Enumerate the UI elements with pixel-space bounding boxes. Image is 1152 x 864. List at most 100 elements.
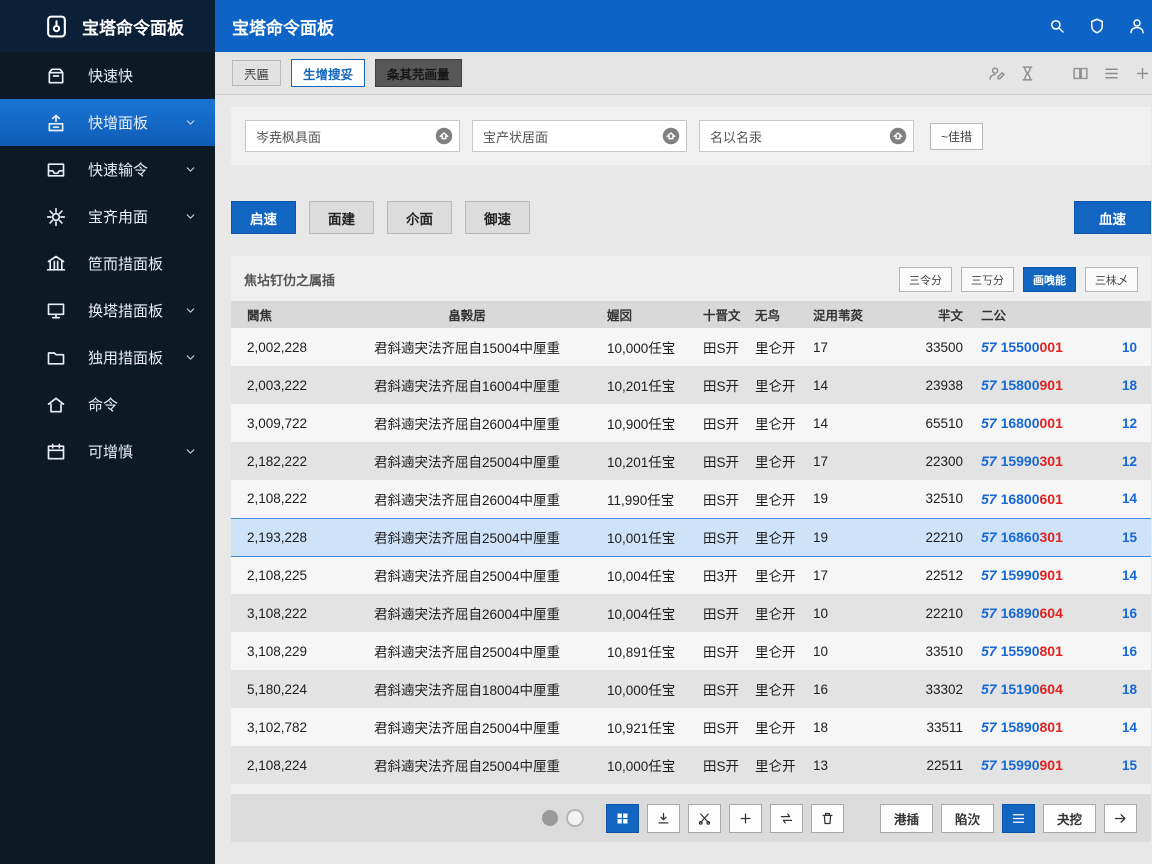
action-button-0[interactable]: 启速 — [231, 201, 296, 234]
record-link[interactable]: 57 15500001 — [981, 339, 1063, 355]
cell-end-number[interactable]: 18 — [1099, 366, 1151, 404]
cell-end-number[interactable]: 14 — [1099, 708, 1151, 746]
record-link[interactable]: 57 16800601 — [981, 491, 1063, 507]
sidebar-item-6[interactable]: 独用措面板 — [0, 334, 215, 381]
footer-text-button-7[interactable]: 陷㳄 — [940, 803, 994, 833]
search-icon[interactable] — [1048, 17, 1066, 35]
trash-button[interactable] — [810, 803, 844, 833]
record-link[interactable]: 57 15990301 — [981, 453, 1063, 469]
filter-input-1[interactable] — [472, 120, 687, 152]
section-button-3[interactable]: 三㭑乄 — [1085, 267, 1138, 292]
cell-status-1: 田S开 — [703, 455, 740, 470]
grid-button[interactable] — [605, 803, 639, 833]
table-row[interactable]: 2,108,224 君斜遖宊法齐屈自25004中厘重 10,000任宝 田S开 里仑开 1… — [231, 746, 1151, 784]
sidebar-item-1[interactable]: 快增面板 — [0, 99, 215, 146]
circle-badge-icon[interactable] — [435, 127, 453, 145]
filter-input-2[interactable] — [699, 120, 914, 152]
cell-end-number[interactable]: 16 — [1099, 594, 1151, 632]
table-row[interactable]: 3,108,222 君斜遖宊法齐屈自26004中厘重 10,004任宝 田S开 里仑开 1… — [231, 594, 1151, 632]
filter-input-0[interactable] — [245, 120, 460, 152]
record-link[interactable]: 57 15800901 — [981, 377, 1063, 393]
download-button[interactable] — [646, 803, 680, 833]
cell-end-number[interactable]: 15 — [1099, 517, 1151, 557]
table-row[interactable]: 2,182,222 君斜遖宊法齐屈自25004中厘重 10,201任宝 田S开 里仑开 1… — [231, 442, 1151, 480]
pager-dot-filled[interactable] — [541, 810, 558, 826]
action-button-2[interactable]: 尒面 — [387, 201, 452, 234]
hourglass-icon[interactable] — [1019, 65, 1036, 82]
cell-end-number[interactable]: 16 — [1099, 632, 1151, 670]
plus-button[interactable] — [728, 803, 762, 833]
cell-count: 13 — [813, 757, 829, 773]
record-link[interactable]: 57 15190604 — [981, 681, 1063, 697]
tab-1[interactable]: 生增搜妥 — [291, 59, 366, 87]
monitor-icon — [46, 301, 66, 321]
table-row[interactable]: 2,108,222 君斜遖宊法齐屈自26004中厘重 11,990任宝 田S开 里仑开 1… — [231, 480, 1151, 518]
footer-text-button-6[interactable]: 港插 — [879, 803, 933, 833]
record-link[interactable]: 57 16860301 — [981, 529, 1063, 545]
table-row[interactable]: 3,102,782 君斜遖宊法齐屈自25004中厘重 10,921任宝 田S开 里仑开 1… — [231, 708, 1151, 746]
table-row[interactable]: 2,108,225 君斜遖宊法齐屈自25004中厘重 10,004任宝 田3开 里仑开 1… — [231, 556, 1151, 594]
sidebar-item-7[interactable]: 命令 — [0, 381, 215, 428]
tab-2[interactable]: 夈其芫画量 — [375, 59, 462, 87]
cell-status-2: 里仑开 — [755, 759, 796, 774]
page-title: 宝塔命令面板 — [232, 18, 334, 38]
section-button-2[interactable]: 画㖂能 — [1023, 267, 1076, 292]
cell-end-number[interactable]: 14 — [1099, 556, 1151, 594]
user-edit-icon[interactable] — [988, 65, 1005, 82]
cell-value: 22511 — [926, 757, 963, 773]
plus-icon[interactable] — [1134, 65, 1151, 82]
sidebar-item-4[interactable]: 笸而措面板 — [0, 240, 215, 287]
cell-value: 33511 — [926, 719, 963, 735]
action-button-right[interactable]: 血速 — [1074, 201, 1151, 234]
columns-icon[interactable] — [1072, 65, 1089, 82]
list-button[interactable] — [1001, 803, 1035, 833]
cut-button[interactable] — [687, 803, 721, 833]
cell-id: 2,193,228 — [231, 517, 331, 557]
circle-badge-icon[interactable] — [889, 127, 907, 145]
sidebar-item-3[interactable]: 宝齐甪面 — [0, 193, 215, 240]
section-button-1[interactable]: 三丂分 — [961, 267, 1014, 292]
swap-button[interactable] — [769, 803, 803, 833]
action-button-3[interactable]: 御速 — [465, 201, 530, 234]
filter-side-button[interactable]: ~佳措 — [930, 122, 984, 150]
record-link[interactable]: 57 16800001 — [981, 415, 1063, 431]
table-row[interactable]: 3,108,229 君斜遖宊法齐屈自25004中厘重 10,891任宝 田S开 里仑开 1… — [231, 632, 1151, 670]
record-link[interactable]: 57 15590801 — [981, 643, 1063, 659]
circle-badge-icon[interactable] — [662, 127, 680, 145]
arrow-right-button[interactable] — [1104, 803, 1137, 833]
record-link[interactable]: 57 16890604 — [981, 605, 1063, 621]
cell-end-number[interactable]: 10 — [1099, 328, 1151, 366]
action-button-1[interactable]: 面建 — [309, 201, 374, 234]
table-row[interactable]: 2,002,228 君斜遖宊法齐屈自15004中厘重 10,000任宝 田S开 里仑开 1… — [231, 328, 1151, 366]
table-row[interactable]: 3,009,722 君斜遖宊法齐屈自26004中厘重 10,900任宝 田S开 里仑开 1… — [231, 404, 1151, 442]
sidebar-item-8[interactable]: 可增慎 — [0, 428, 215, 475]
section-button-0[interactable]: 三令分 — [899, 267, 952, 292]
column-header: 十晋文 — [699, 301, 751, 328]
table-row[interactable]: 5,180,224 君斜遖宊法齐屈自18004中厘重 10,000任宝 田S开 里仑开 1… — [231, 670, 1151, 708]
cell-count: 17 — [813, 453, 829, 469]
cell-end-number[interactable]: 18 — [1099, 670, 1151, 708]
sidebar-item-2[interactable]: 快速输令 — [0, 146, 215, 193]
cell-end-number[interactable]: 12 — [1099, 442, 1151, 480]
record-link[interactable]: 57 15990901 — [981, 757, 1063, 773]
record-link[interactable]: 57 15990901 — [981, 567, 1063, 583]
shield-icon[interactable] — [1088, 17, 1106, 35]
cell-value: 23938 — [925, 377, 963, 393]
cell-end-number[interactable]: 14 — [1099, 480, 1151, 518]
sidebar-item-5[interactable]: 换塔措面板 — [0, 287, 215, 334]
table-row[interactable]: 2,003,222 君斜遖宊法齐屈自16004中厘重 10,201任宝 田S开 里仑开 1… — [231, 366, 1151, 404]
pager-dot-outline[interactable] — [565, 809, 584, 827]
user-icon[interactable] — [1128, 17, 1146, 35]
cell-status-1: 田3开 — [703, 569, 738, 585]
record-link[interactable]: 57 15890801 — [981, 719, 1063, 735]
cell-status-1: 田S开 — [703, 492, 740, 508]
sidebar-item-0[interactable]: 快速快 — [0, 52, 215, 99]
list-icon[interactable] — [1103, 65, 1120, 82]
cell-end-number[interactable]: 12 — [1099, 404, 1151, 442]
cell-end-number[interactable]: 15 — [1099, 746, 1151, 784]
table-row[interactable]: 2,193,228 君斜遖宊法齐屈自25004中厘重 10,001任宝 田S开 里仑开 1… — [231, 517, 1151, 557]
cell-status-2: 里仑开 — [755, 492, 796, 508]
cell-id: 2,182,222 — [247, 453, 308, 469]
footer-text-button-9[interactable]: 夬挖 — [1042, 803, 1096, 833]
tab-0[interactable]: 兲匾 — [232, 60, 282, 86]
